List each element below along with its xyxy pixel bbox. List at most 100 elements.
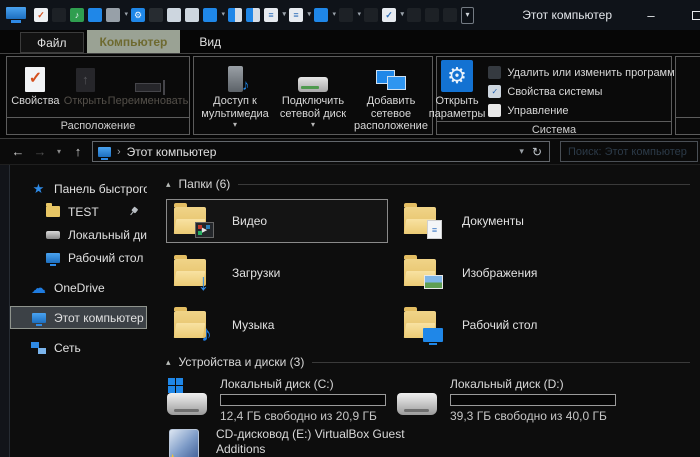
qat-settings-icon[interactable]: ⚙ bbox=[131, 8, 145, 22]
qat-details-pane-icon[interactable] bbox=[246, 8, 260, 22]
breadcrumb[interactable]: Этот компьютер bbox=[127, 145, 514, 159]
open-settings-button[interactable]: ⚙ Открыть параметры bbox=[428, 61, 487, 121]
map-network-drive-button[interactable]: Подключить сетевой диск ▾ bbox=[275, 61, 351, 130]
qat-icon-view-icon[interactable]: ≡ bbox=[264, 8, 278, 22]
folder-icon bbox=[45, 206, 60, 217]
manage-label: Управление bbox=[507, 105, 568, 117]
qat-navigation-pane-icon[interactable] bbox=[203, 8, 217, 22]
qat-size-columns-icon[interactable] bbox=[364, 8, 378, 22]
breadcrumb-arrow-icon[interactable]: › bbox=[117, 146, 121, 158]
chevron-down-icon: ▾ bbox=[233, 120, 237, 129]
items-view: ▴ Папки (6) ▶ Видео ≡ Документы ↓ Загруз… bbox=[148, 165, 700, 457]
qat-manage-icon[interactable] bbox=[185, 8, 199, 22]
search-box bbox=[560, 141, 698, 162]
pin-icon bbox=[127, 205, 140, 218]
folder-label: Документы bbox=[462, 214, 524, 228]
forward-button[interactable]: → bbox=[32, 144, 48, 159]
this-pc-icon bbox=[31, 313, 46, 323]
sidebar-item-network[interactable]: Сеть bbox=[10, 336, 148, 359]
sidebar-item-desktop[interactable]: Рабочий стол bbox=[10, 246, 148, 269]
qat-item-checkboxes-icon[interactable]: ✓ bbox=[382, 8, 396, 22]
up-button[interactable]: ↑ bbox=[70, 144, 86, 159]
qat-properties-icon[interactable]: ✓ bbox=[34, 8, 48, 22]
ribbon-tab-bar: Файл Компьютер Вид bbox=[0, 30, 700, 54]
folder-item-video[interactable]: ▶ Видео bbox=[166, 199, 388, 243]
tab-computer[interactable]: Компьютер bbox=[87, 30, 181, 53]
qat-map-network-drive-icon[interactable] bbox=[106, 8, 120, 22]
documents-folder-icon: ≡ bbox=[404, 204, 444, 238]
sidebar-item-this-pc[interactable]: Этот компьютер bbox=[10, 306, 147, 329]
explorer-system-icon[interactable] bbox=[6, 7, 26, 23]
qat-open-icon[interactable] bbox=[52, 8, 66, 22]
qat-list-view-icon[interactable]: ≡ bbox=[289, 8, 303, 22]
recent-locations-dropdown-icon[interactable]: ▾ bbox=[54, 147, 64, 156]
minimize-button[interactable]: – bbox=[628, 0, 674, 30]
sidebar-item-test[interactable]: TEST bbox=[10, 200, 148, 223]
folder-item-documents[interactable]: ≡ Документы bbox=[396, 199, 618, 243]
drive-item-c[interactable]: Локальный диск (C:) 12,4 ГБ свободно из … bbox=[166, 377, 396, 423]
qat-columns-icon[interactable] bbox=[314, 8, 328, 22]
qat-preview-pane-icon[interactable] bbox=[228, 8, 242, 22]
drive-item-d[interactable]: Локальный диск (D:) 39,3 ГБ свободно из … bbox=[396, 377, 626, 423]
local-disk-c-icon bbox=[166, 377, 210, 419]
drive-free-space: 12,4 ГБ свободно из 20,9 ГБ bbox=[220, 409, 386, 423]
folder-item-music[interactable]: ♪ Музыка bbox=[166, 303, 388, 347]
sidebar-item-quick-access[interactable]: ★ Панель быстрого дс bbox=[10, 177, 148, 200]
desktop-icon bbox=[45, 253, 60, 263]
quick-access-star-icon: ★ bbox=[31, 181, 46, 197]
folder-item-pictures[interactable]: Изображения bbox=[396, 251, 618, 295]
qat-group-by-icon[interactable] bbox=[339, 8, 353, 22]
folder-label: Загрузки bbox=[232, 266, 280, 280]
cdrom-item[interactable]: ★ CD-дисковод (E:) VirtualBox Guest Addi… bbox=[166, 427, 700, 457]
devices-section-header[interactable]: ▴ Устройства и диски (3) bbox=[166, 355, 690, 369]
qat-hide-items-icon[interactable] bbox=[407, 8, 421, 22]
folder-label: Музыка bbox=[232, 318, 274, 332]
address-bar[interactable]: › Этот компьютер ▾ ↻ bbox=[92, 141, 550, 162]
uninstall-program-button[interactable]: Удалить или изменить программу bbox=[488, 64, 680, 81]
collapse-caret-icon[interactable]: ▴ bbox=[166, 357, 171, 368]
local-disk-d-icon bbox=[396, 377, 440, 419]
explorer-window: ✓ ♪ ⚙ ≡ ≡ ✓ ▾ Этот компьютер – bbox=[0, 0, 700, 457]
folders-section-header[interactable]: ▴ Папки (6) bbox=[166, 177, 690, 191]
tab-view[interactable]: Вид bbox=[183, 30, 237, 53]
refresh-icon[interactable]: ↻ bbox=[532, 145, 542, 159]
maximize-button[interactable] bbox=[674, 0, 700, 30]
sidebar-item-label: TEST bbox=[68, 205, 99, 219]
collapse-caret-icon[interactable]: ▴ bbox=[166, 179, 171, 190]
qat-options-icon[interactable] bbox=[443, 8, 457, 22]
qat-customize-toolbar-icon[interactable]: ▾ bbox=[461, 7, 474, 24]
sidebar-item-local-disk-d[interactable]: Локальный диск (D bbox=[10, 223, 148, 246]
system-properties-button[interactable]: ✓ Свойства системы bbox=[488, 83, 680, 100]
desktop-folder-icon bbox=[404, 308, 444, 342]
open-button[interactable]: ↑ Открыть bbox=[63, 61, 108, 109]
rename-button[interactable]: Переименовать bbox=[110, 61, 186, 109]
manage-button[interactable]: Управление bbox=[488, 102, 680, 119]
qat-uninstall-icon[interactable] bbox=[149, 8, 163, 22]
group-label-location: Расположение bbox=[7, 117, 189, 134]
title-bar: ✓ ♪ ⚙ ≡ ≡ ✓ ▾ Этот компьютер – bbox=[0, 0, 700, 30]
address-dropdown-icon[interactable]: ▾ bbox=[519, 146, 524, 157]
open-icon: ↑ bbox=[76, 68, 95, 92]
qat-computer-icon[interactable] bbox=[88, 8, 102, 22]
back-button[interactable]: ← bbox=[10, 144, 26, 159]
folder-item-downloads[interactable]: ↓ Загрузки bbox=[166, 251, 388, 295]
search-input[interactable] bbox=[561, 142, 697, 161]
properties-button[interactable]: ✓ Свойства bbox=[10, 61, 61, 109]
folders-grid: ▶ Видео ≡ Документы ↓ Загрузки Изображен… bbox=[166, 199, 700, 347]
add-network-location-icon bbox=[376, 70, 406, 92]
rename-label: Переименовать bbox=[108, 95, 189, 108]
qat-media-access-icon[interactable]: ♪ bbox=[70, 8, 84, 22]
system-properties-icon: ✓ bbox=[488, 85, 501, 98]
media-access-button[interactable]: ♪ Доступ к мультимедиа ▾ bbox=[197, 61, 273, 130]
windows-logo-icon bbox=[168, 378, 184, 394]
sidebar-item-onedrive[interactable]: ☁ OneDrive bbox=[10, 276, 148, 299]
folder-item-desktop[interactable]: Рабочий стол bbox=[396, 303, 618, 347]
qat-system-properties-icon[interactable] bbox=[167, 8, 181, 22]
section-divider bbox=[312, 362, 690, 363]
tab-file[interactable]: Файл bbox=[20, 32, 84, 53]
add-network-location-button[interactable]: Добавить сетевое расположение bbox=[353, 61, 429, 134]
qat-remove-item-icon[interactable] bbox=[425, 8, 439, 22]
settings-gear-icon: ⚙ bbox=[441, 60, 473, 92]
rename-icon bbox=[135, 83, 161, 92]
ribbon-group-network: ♪ Доступ к мультимедиа ▾ Подключить сете… bbox=[193, 56, 433, 135]
